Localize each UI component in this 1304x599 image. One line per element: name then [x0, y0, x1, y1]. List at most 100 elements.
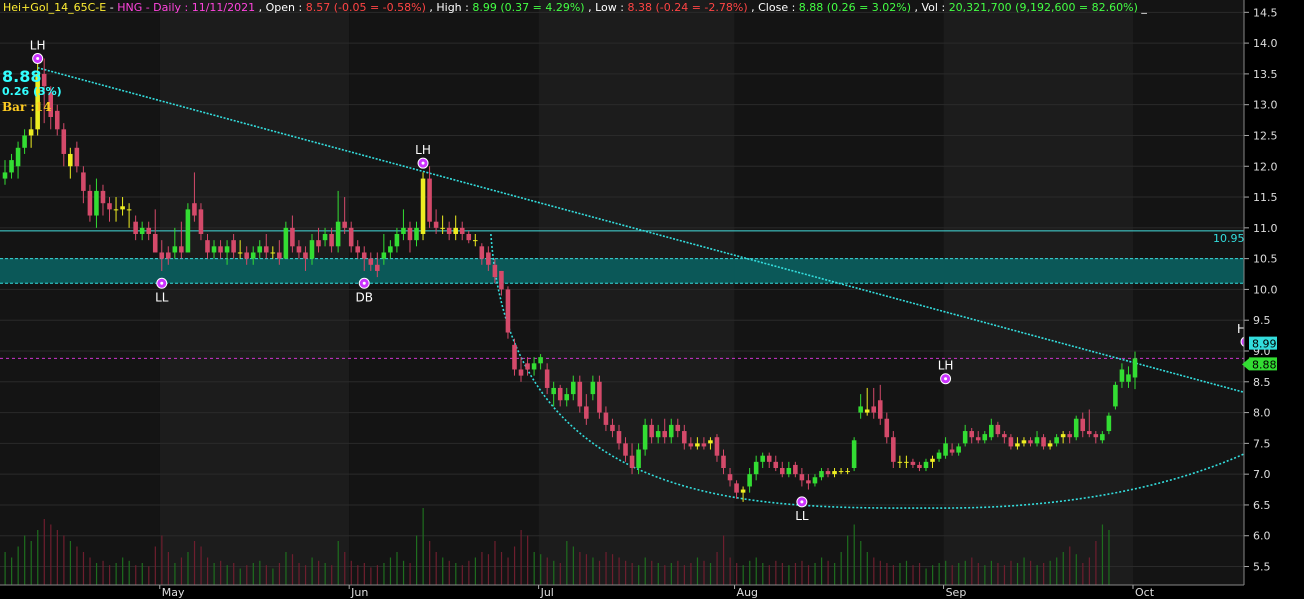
volume-bar	[742, 565, 744, 585]
candle-body	[1086, 431, 1092, 435]
volume-bar	[122, 557, 124, 585]
high-label: High :	[436, 1, 469, 14]
price-tag-label: 8.88	[1252, 358, 1277, 371]
candle-body	[825, 471, 831, 475]
candle-body	[819, 471, 824, 478]
volume-bar	[1075, 554, 1077, 585]
candle-body	[473, 240, 478, 242]
candle-body	[2, 172, 8, 179]
pivot-label: LH	[938, 359, 954, 373]
y-tick-label: 11.5	[1253, 191, 1278, 204]
candle-body	[107, 203, 112, 210]
candle-body	[407, 227, 413, 241]
candle-body	[629, 455, 635, 468]
volume-bar	[958, 563, 960, 585]
candle-body	[610, 424, 615, 432]
y-tick-label: 12.0	[1253, 160, 1278, 173]
volume-bar	[925, 568, 927, 585]
volume-bar	[128, 560, 130, 585]
x-axis-panel	[0, 585, 1304, 599]
y-tick-label: 11.0	[1253, 222, 1278, 235]
volume-bar	[304, 565, 307, 585]
pivot-label: LH	[30, 39, 46, 53]
volume-bar	[527, 535, 529, 585]
volume-bar	[1049, 560, 1051, 585]
volume-bar	[997, 563, 999, 585]
candle-body	[949, 449, 955, 453]
candle-body	[22, 135, 27, 148]
candle-body	[61, 129, 67, 154]
y-tick-label: 8.0	[1253, 407, 1271, 420]
volume-bar	[50, 524, 52, 585]
volume-bar	[233, 563, 235, 585]
chart-header: Hei+Gol_14_65C-E - HNG - Daily : 11/11/2…	[3, 1, 1147, 14]
volume-bar	[396, 552, 398, 585]
volume-bar	[729, 557, 731, 585]
candle-body	[9, 160, 14, 173]
volume-bar	[43, 519, 45, 585]
candle-body	[54, 110, 60, 130]
candle-body	[270, 252, 276, 254]
volume-bar	[455, 563, 457, 585]
volume-bar	[807, 565, 810, 585]
candle-body	[864, 409, 870, 413]
volume-bar	[344, 552, 346, 585]
volume-bar	[1095, 541, 1097, 585]
candle-body	[708, 440, 713, 444]
volume-bar	[546, 557, 548, 585]
volume-bar	[180, 557, 183, 585]
volume-bar	[873, 557, 875, 585]
volume-bar	[605, 552, 607, 585]
volume-bar	[834, 563, 836, 585]
volume-bar	[422, 508, 424, 585]
candle	[1106, 412, 1112, 435]
candle-body	[388, 246, 393, 253]
pivot-dot-center	[421, 161, 425, 165]
volume-bar	[801, 560, 803, 585]
price-tag-label: 8.99	[1252, 338, 1277, 351]
volume-bar	[370, 567, 372, 585]
candle-body	[1041, 437, 1046, 447]
volume-bar	[703, 560, 705, 585]
candle-body	[1100, 434, 1105, 441]
candle	[1113, 381, 1118, 410]
candle-body	[316, 240, 321, 247]
candle-body	[799, 474, 805, 481]
formula-name: Hei+Gol_14_65C-E	[3, 1, 107, 14]
candle-body	[499, 270, 504, 290]
ticker-info: HNG - Daily : 11/11/2021	[117, 1, 256, 14]
candle-body	[695, 443, 700, 447]
y-tick-label: 5.5	[1253, 561, 1271, 574]
candle-body	[1008, 437, 1014, 447]
candle-body	[930, 458, 935, 462]
candle-body	[682, 431, 687, 444]
volume-bar	[109, 565, 111, 585]
candle-body	[995, 424, 1001, 435]
candle-body	[185, 209, 191, 253]
candle-body	[714, 437, 720, 456]
candle	[185, 203, 191, 253]
low-value: 8.38 (-0.24 = -2.78%)	[627, 1, 748, 14]
candle-body	[747, 474, 752, 487]
chart-window[interactable]: 10.95LHLLLHDBLLLHHH<< 8.885.56.06.57.07.…	[0, 0, 1304, 599]
price-tag: 8.99	[1249, 336, 1277, 351]
candle-body	[401, 227, 406, 234]
volume-bar	[298, 563, 300, 585]
candle-body	[355, 246, 361, 253]
volume-bar	[1043, 563, 1045, 585]
candle-body	[361, 252, 367, 259]
volume-bar	[1062, 552, 1064, 585]
candle-body	[590, 381, 596, 395]
candle-body	[368, 258, 374, 265]
volume-bar	[1029, 560, 1032, 585]
volume-bar	[670, 563, 672, 585]
volume-bar	[259, 560, 261, 585]
candle-body	[290, 227, 295, 247]
candle-body	[231, 240, 236, 253]
candle-body	[636, 449, 641, 468]
price-chart[interactable]: 10.95LHLLLHDBLLLHHH<< 8.885.56.06.57.07.…	[0, 0, 1304, 599]
volume-bar	[1101, 524, 1104, 585]
candle-body	[1073, 418, 1079, 438]
volume-bar	[1056, 557, 1058, 585]
candle-body	[94, 190, 99, 216]
